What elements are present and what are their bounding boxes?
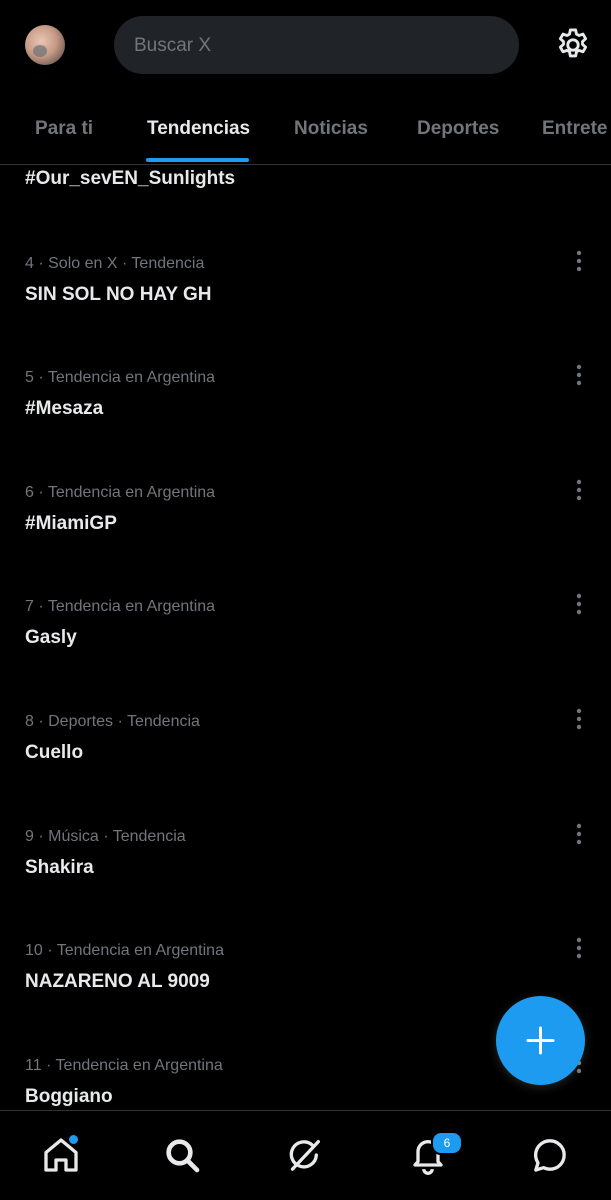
trend-meta: 7 · Tendencia en Argentina xyxy=(25,598,216,615)
tab-deportes[interactable]: Deportes xyxy=(417,96,499,165)
more-options-icon[interactable] xyxy=(566,248,592,274)
trend-item[interactable]: 5 · Tendencia en Argentina #Mesaza xyxy=(0,364,611,483)
more-options-icon[interactable] xyxy=(566,706,592,732)
nav-messages[interactable] xyxy=(530,1135,570,1175)
trends-feed: #Our_sevEN_Sunlights 4 · Solo en X · Ten… xyxy=(0,166,611,1110)
trend-meta: 5 · Tendencia en Argentina xyxy=(25,369,216,386)
trend-title: #MiamiGP xyxy=(25,513,117,534)
trend-item[interactable]: 9 · Música · Tendencia Shakira xyxy=(0,823,611,942)
notification-dot xyxy=(69,1135,78,1144)
trend-meta: 9 · Música · Tendencia xyxy=(25,828,186,845)
search-icon xyxy=(166,1139,200,1173)
profile-avatar[interactable] xyxy=(25,25,65,65)
trend-meta: 10 · Tendencia en Argentina xyxy=(25,942,224,959)
trend-title: Gasly xyxy=(25,627,77,648)
more-options-icon[interactable] xyxy=(566,477,592,503)
trend-title: SIN SOL NO HAY GH xyxy=(25,284,212,305)
nav-search[interactable] xyxy=(162,1135,202,1175)
more-options-icon[interactable] xyxy=(566,591,592,617)
trend-title: Boggiano xyxy=(25,1086,113,1107)
more-options-icon[interactable] xyxy=(566,821,592,847)
tab-tendencias[interactable]: Tendencias xyxy=(147,96,250,165)
bottom-navigation: 6 xyxy=(0,1110,611,1200)
trend-meta: 11 · Tendencia en Argentina xyxy=(25,1057,223,1074)
tab-entretenimiento[interactable]: Entrete xyxy=(542,96,607,165)
trend-title[interactable]: #Our_sevEN_Sunlights xyxy=(25,168,235,190)
top-header: Buscar X Para ti Tendencias Noticias Dep… xyxy=(0,0,611,165)
plus-icon xyxy=(526,1026,555,1055)
more-options-icon[interactable] xyxy=(566,935,592,961)
search-input[interactable]: Buscar X xyxy=(114,16,519,74)
compose-post-button[interactable] xyxy=(496,996,585,1085)
trend-item[interactable]: 8 · Deportes · Tendencia Cuello xyxy=(0,708,611,827)
settings-gear-icon[interactable] xyxy=(554,26,592,64)
trend-meta: 6 · Tendencia en Argentina xyxy=(25,484,216,501)
trend-meta: 8 · Deportes · Tendencia xyxy=(25,713,200,730)
nav-grok[interactable] xyxy=(285,1135,325,1175)
trend-title: Shakira xyxy=(25,857,94,878)
nav-home[interactable] xyxy=(41,1135,81,1175)
messages-icon xyxy=(534,1139,566,1172)
search-placeholder: Buscar X xyxy=(134,35,212,56)
trend-item[interactable]: 7 · Tendencia en Argentina Gasly xyxy=(0,593,611,712)
trend-title: #Mesaza xyxy=(25,398,104,419)
tab-para-ti[interactable]: Para ti xyxy=(35,96,93,165)
grok-icon xyxy=(289,1140,320,1171)
trend-title: NAZARENO AL 9009 xyxy=(25,971,210,992)
nav-notifications[interactable]: 6 xyxy=(408,1131,463,1175)
trend-title: Cuello xyxy=(25,742,84,763)
more-options-icon[interactable] xyxy=(566,362,592,388)
trend-meta: 4 · Solo en X · Tendencia xyxy=(25,255,205,272)
notification-badge: 6 xyxy=(431,1131,463,1155)
tab-noticias[interactable]: Noticias xyxy=(294,96,368,165)
tab-bar: Para ti Tendencias Noticias Deportes Ent… xyxy=(0,96,611,165)
trend-item[interactable]: 6 · Tendencia en Argentina #MiamiGP xyxy=(0,479,611,598)
trend-item[interactable]: 4 · Solo en X · Tendencia SIN SOL NO HAY… xyxy=(0,250,611,369)
active-tab-indicator xyxy=(146,158,249,162)
